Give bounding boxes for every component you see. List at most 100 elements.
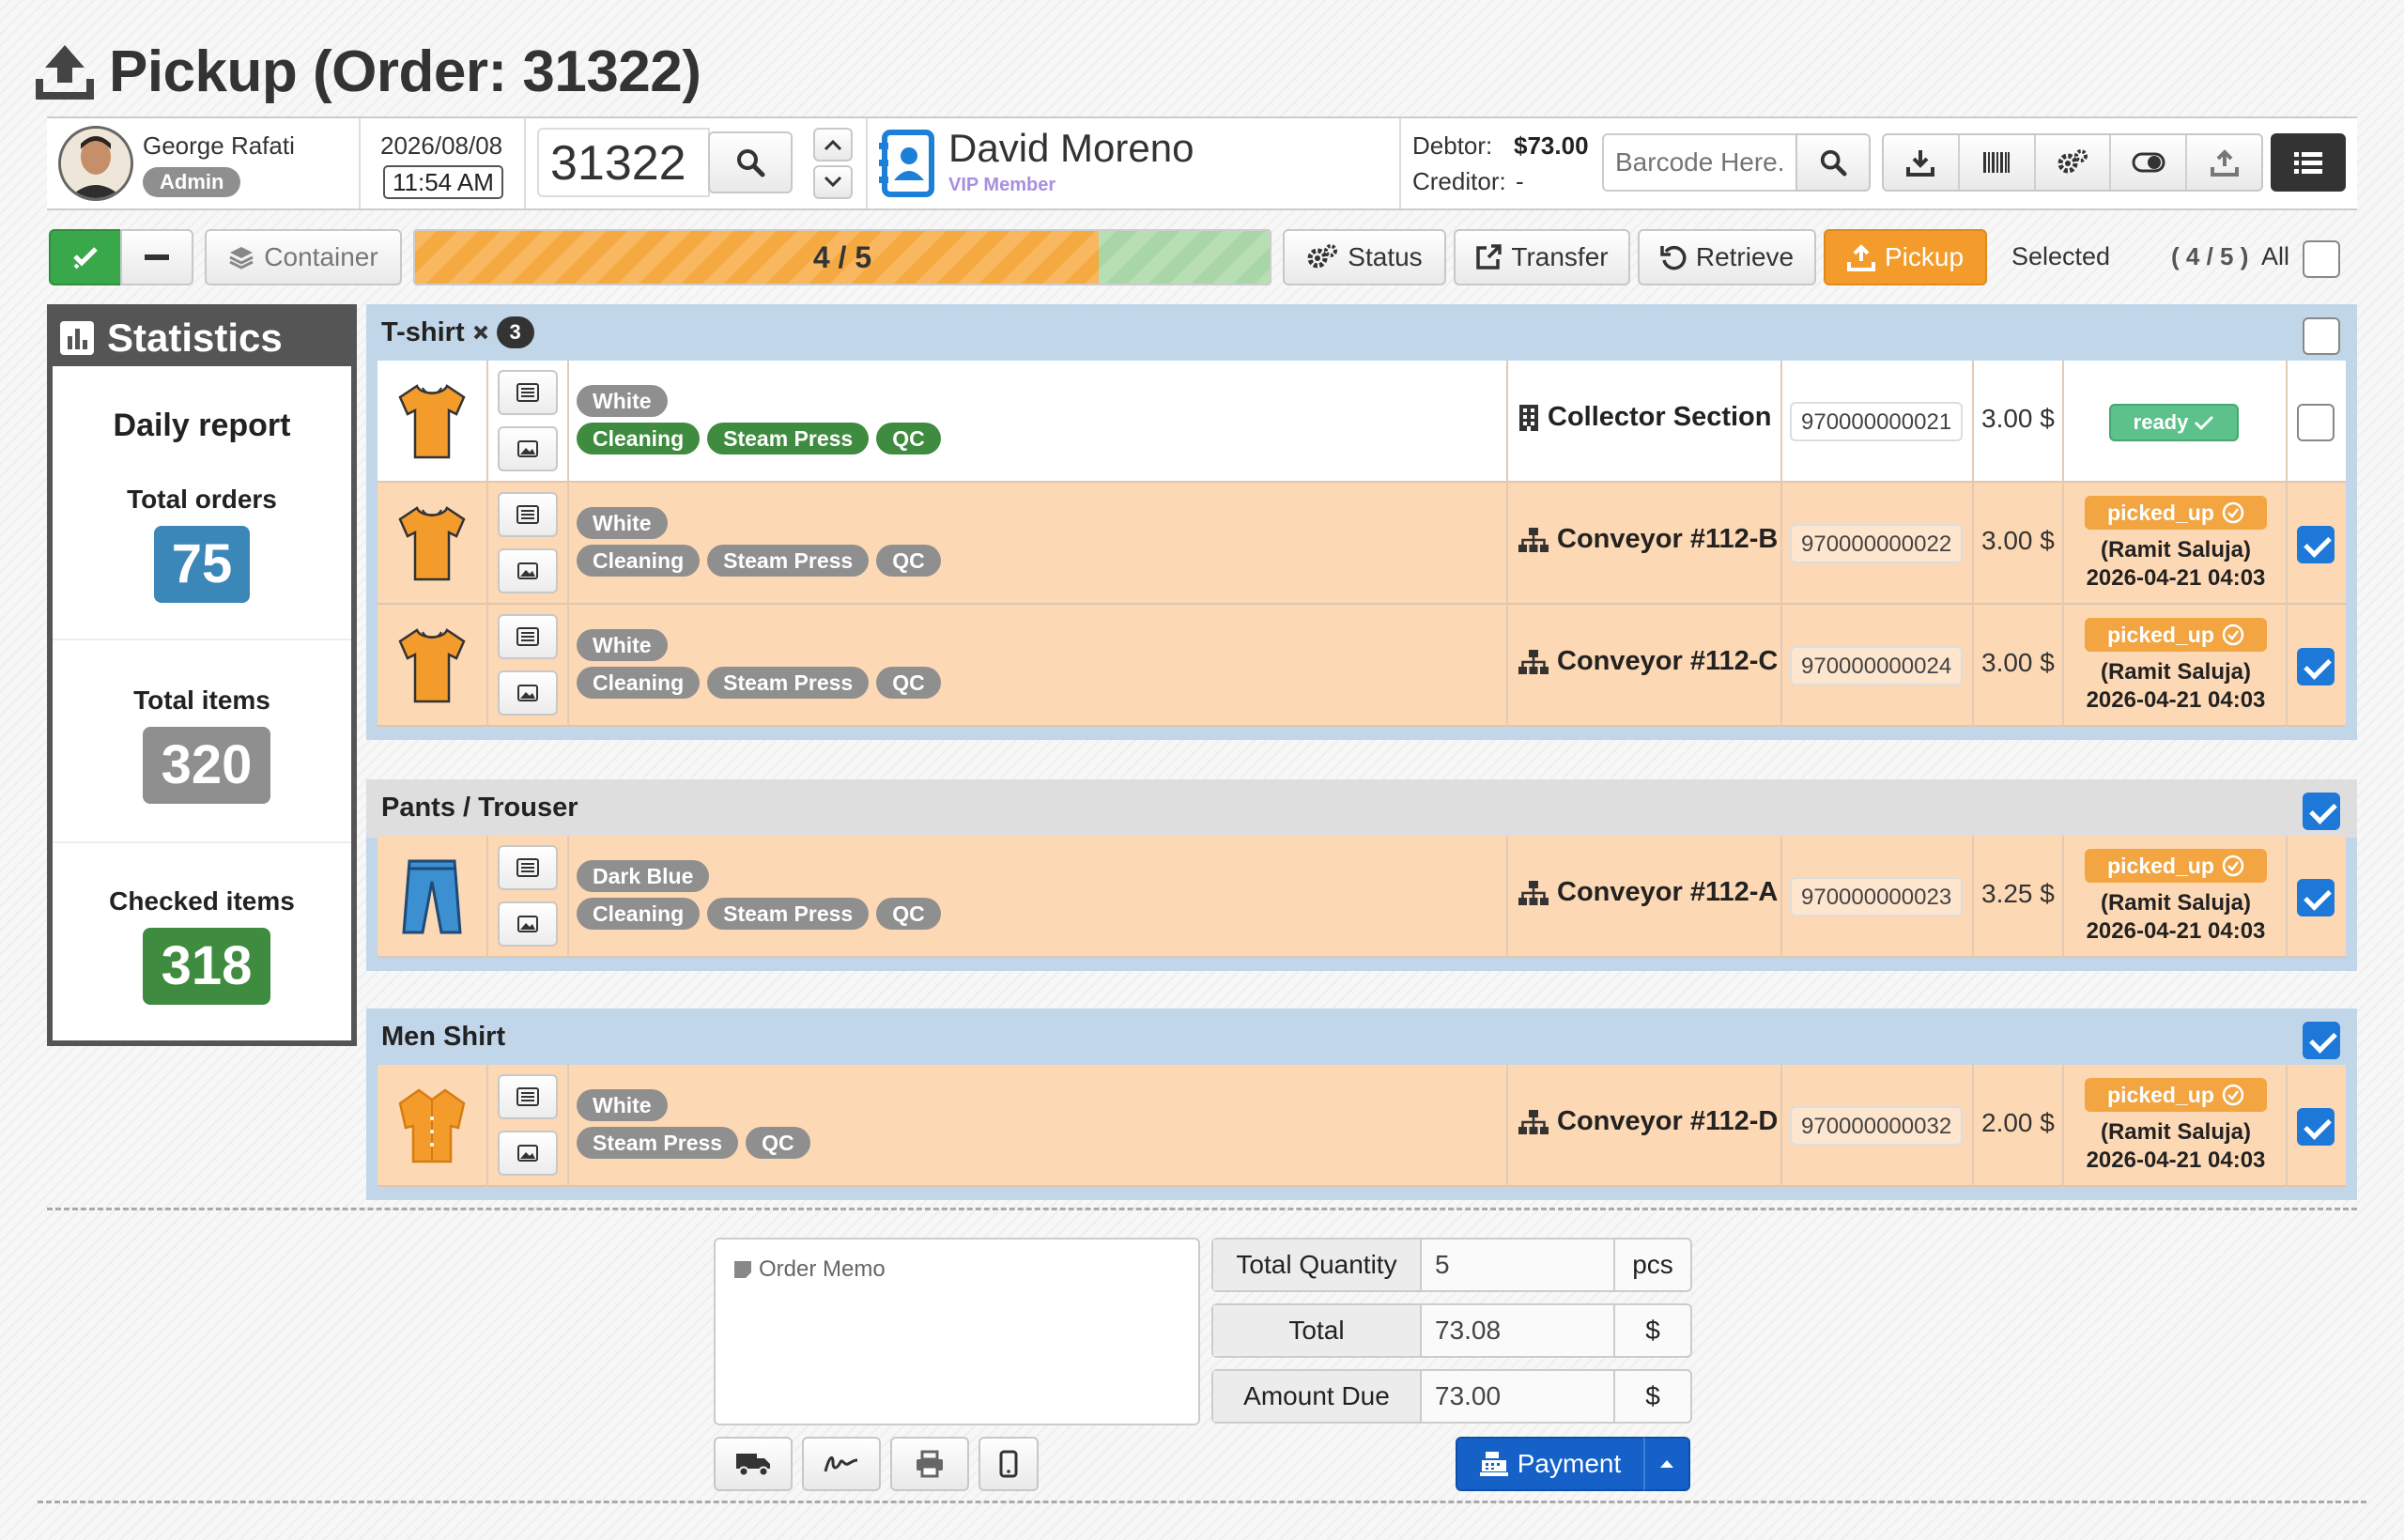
group-name: Men Shirt (381, 1022, 506, 1052)
debtor-value: $73.00 (1514, 131, 1589, 160)
payment-button[interactable]: Payment (1456, 1437, 1645, 1491)
item-select-checkbox[interactable] (2297, 879, 2335, 916)
order-search-button[interactable] (708, 131, 793, 193)
list-icon (2294, 152, 2322, 174)
list-icon (516, 627, 539, 646)
item-photo-button[interactable] (498, 548, 558, 593)
customer-name[interactable]: David Moreno (948, 126, 1194, 171)
creditor-label: Creditor: (1412, 167, 1506, 195)
pickup-button[interactable]: Pickup (1824, 229, 1987, 285)
item-select-checkbox[interactable] (2297, 648, 2335, 685)
total-label: Total (1213, 1305, 1422, 1356)
mobile-button[interactable] (979, 1437, 1039, 1491)
amount-due-label: Amount Due (1213, 1371, 1422, 1422)
check-all-button[interactable] (49, 229, 122, 285)
barcode-search-button[interactable] (1795, 133, 1871, 192)
barcode-input[interactable] (1602, 133, 1797, 192)
signature-icon (824, 1455, 858, 1472)
shirt-icon (396, 1086, 468, 1165)
picked-at: 2026-04-21 04:03 (2086, 1147, 2266, 1173)
amount-due-unit: $ (1613, 1371, 1690, 1422)
total-items-value: 320 (143, 727, 270, 804)
picked-by: (Ramit Saluja) (2100, 890, 2252, 916)
item-location: Conveyor #112-B (1557, 524, 1779, 554)
container-button[interactable]: Container (205, 229, 402, 285)
uncheck-all-button[interactable] (120, 229, 193, 285)
item-photo-button[interactable] (498, 1131, 558, 1176)
user-name: George Rafati (143, 131, 295, 160)
service-chip: QC (746, 1127, 810, 1159)
order-number-input[interactable]: 31322 (537, 128, 710, 197)
image-icon (517, 916, 538, 932)
barcode-print-button[interactable] (1960, 135, 2036, 190)
status-button[interactable]: Status (1283, 229, 1446, 285)
service-chip: Steam Press (707, 667, 870, 699)
menu-button[interactable] (2271, 133, 2346, 192)
statistics-title: Statistics (107, 316, 283, 360)
customer-contact-icon[interactable] (879, 130, 937, 197)
print-button[interactable] (890, 1437, 969, 1491)
item-row[interactable]: White Cleaning Steam Press QC Conveyor #112-… (378, 605, 2346, 727)
order-prev-button[interactable] (813, 165, 853, 199)
total-orders-value: 75 (154, 526, 250, 603)
total-quantity-unit: pcs (1613, 1240, 1690, 1290)
item-attributes: White Steam Press QC (569, 1065, 1508, 1187)
select-all-checkbox[interactable] (2303, 240, 2340, 278)
list-icon (516, 858, 539, 877)
item-row[interactable]: White Steam Press QC Conveyor #112-D 9700000… (378, 1065, 2346, 1187)
daily-report-title: Daily report (113, 408, 291, 443)
check-circle-icon (2222, 501, 2244, 524)
bar-chart-icon (60, 321, 94, 355)
item-attributes: White Cleaning Steam Press QC (569, 483, 1508, 605)
total-orders-label: Total orders (127, 485, 277, 514)
order-next-button[interactable] (813, 128, 853, 162)
toggle-button[interactable] (2111, 135, 2188, 190)
retrieve-button[interactable]: Retrieve (1638, 229, 1816, 285)
picked-at: 2026-04-21 04:03 (2086, 565, 2266, 591)
download-button[interactable] (1884, 135, 1960, 190)
service-chip: Steam Press (707, 898, 870, 930)
item-select-checkbox[interactable] (2297, 526, 2335, 563)
status-badge: picked_up (2085, 618, 2267, 652)
item-location: Conveyor #112-C (1557, 646, 1779, 676)
transfer-button[interactable]: Transfer (1454, 229, 1630, 285)
item-photo-button[interactable] (498, 670, 558, 716)
list-icon (516, 505, 539, 524)
selected-count: ( 4 / 5 ) (2171, 242, 2249, 270)
item-row[interactable]: Dark Blue Cleaning Steam Press QC Conveyor #… (378, 836, 2346, 958)
total-row: Total 73.08 $ (1211, 1303, 1692, 1358)
settings-button[interactable] (2036, 135, 2112, 190)
service-chip: QC (876, 423, 941, 454)
upload-icon (1846, 244, 1875, 271)
shirt-icon (396, 504, 468, 583)
signature-button[interactable] (802, 1437, 881, 1491)
check-circle-icon (2222, 855, 2244, 877)
group-select-checkbox[interactable] (2303, 1022, 2340, 1059)
item-photo-button[interactable] (498, 901, 558, 947)
item-details-button[interactable] (498, 492, 558, 537)
item-select-checkbox[interactable] (2297, 1108, 2335, 1146)
item-details-button[interactable] (498, 370, 558, 415)
item-details-button[interactable] (498, 1074, 558, 1119)
payment-options-button[interactable] (1643, 1437, 1690, 1491)
shirt-icon (396, 382, 468, 461)
layers-icon (229, 247, 254, 270)
toggle-icon (2132, 152, 2165, 173)
picked-by: (Ramit Saluja) (2100, 537, 2252, 562)
check-circle-icon (2222, 624, 2244, 646)
item-details-button[interactable] (498, 614, 558, 659)
upload-button[interactable] (2187, 135, 2261, 190)
item-row[interactable]: White Cleaning Steam Press QC Collector Sect… (378, 361, 2346, 483)
item-row[interactable]: White Cleaning Steam Press QC Conveyor #112-… (378, 483, 2346, 605)
delivery-button[interactable] (714, 1437, 793, 1491)
item-details-button[interactable] (498, 845, 558, 890)
group-select-checkbox[interactable] (2303, 317, 2340, 355)
item-location: Conveyor #112-D (1557, 1106, 1779, 1136)
order-memo-field[interactable]: Order Memo (714, 1238, 1200, 1425)
item-select-checkbox[interactable] (2297, 404, 2335, 441)
item-photo-button[interactable] (498, 426, 558, 471)
group-select-checkbox[interactable] (2303, 793, 2340, 830)
action-icon-group (1882, 133, 2263, 192)
service-chip: QC (876, 545, 941, 577)
total-quantity-label: Total Quantity (1213, 1240, 1422, 1290)
